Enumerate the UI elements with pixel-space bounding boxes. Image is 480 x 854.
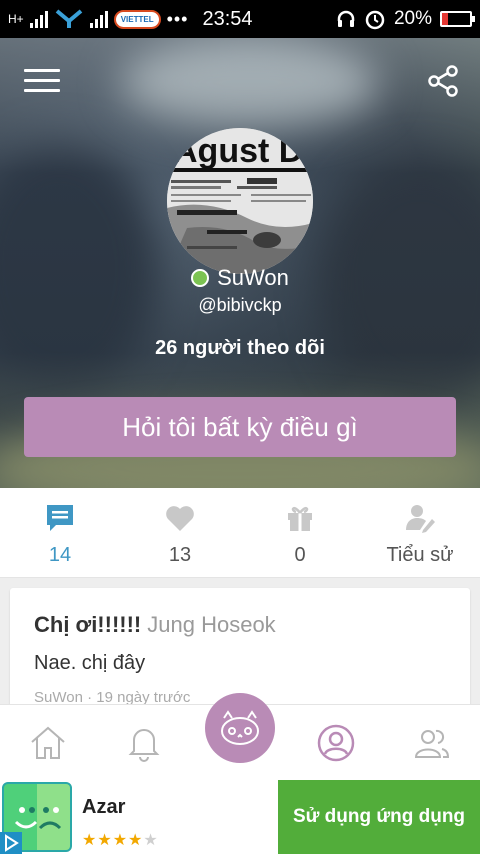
- ad-rating-stars: ★★★★★: [82, 830, 159, 850]
- use-app-button[interactable]: Sử dụng ứng dụng: [278, 780, 480, 854]
- ad-choices-icon[interactable]: [0, 832, 22, 854]
- edit-user-icon: [406, 505, 435, 533]
- notification-bell-icon[interactable]: [124, 723, 164, 763]
- ask-face-icon: [221, 710, 259, 745]
- ad-banner[interactable]: Azar ★★★★★ Sử dụng ứng dụng: [0, 780, 480, 854]
- display-name-row: SuWon: [0, 265, 480, 291]
- more-notifications-icon: •••: [166, 8, 189, 29]
- bottom-navigation: [0, 693, 480, 780]
- home-icon[interactable]: [28, 723, 68, 763]
- signal-strength-2-icon: [89, 10, 108, 28]
- battery-icon: [440, 11, 475, 27]
- ad-stars-empty: ★: [143, 832, 159, 849]
- answer-text: Nae. chị đây: [34, 652, 146, 674]
- gift-icon: [288, 506, 312, 531]
- username: @bibivckp: [198, 295, 282, 315]
- clock: 23:54: [202, 7, 253, 30]
- gifts-count: 0: [294, 544, 306, 566]
- share-icon[interactable]: [426, 64, 460, 98]
- likes-count: 13: [168, 544, 192, 566]
- followers-count[interactable]: 26 người theo dõi: [0, 337, 480, 360]
- battery-percent: 20%: [393, 8, 432, 29]
- signal-icon: H+: [8, 12, 24, 26]
- signal-strength-icon: [29, 10, 48, 28]
- menu-icon[interactable]: [24, 69, 60, 93]
- display-name: SuWon: [217, 265, 289, 290]
- question-row: Chị ơi!!!!!! Jung Hoseok: [34, 612, 446, 638]
- bio-label: Tiểu sử: [386, 544, 454, 566]
- question-text: Chị ơi!!!!!!: [34, 612, 142, 637]
- tab-answers[interactable]: 14: [0, 488, 120, 577]
- profile-stats: 14 13 0 Tiểu sử: [0, 488, 480, 578]
- ask-me-button[interactable]: Hỏi tôi bất kỳ điều gì: [24, 397, 456, 457]
- asker-name[interactable]: Jung Hoseok: [147, 612, 275, 637]
- answers-count: 14: [48, 544, 72, 566]
- profile-icon[interactable]: [316, 723, 356, 763]
- tab-likes[interactable]: 13: [120, 488, 240, 577]
- network-icon: [55, 9, 82, 28]
- friends-icon[interactable]: [412, 723, 452, 763]
- heart-icon: [166, 506, 194, 531]
- online-status-icon: [191, 269, 210, 287]
- avatar[interactable]: Agust D: [167, 128, 313, 274]
- headset-icon: [337, 10, 355, 27]
- ad-app-name: Azar: [82, 796, 126, 818]
- carrier-logo: VIETTEL: [113, 9, 161, 29]
- chat-icon: [47, 505, 73, 531]
- tab-bio[interactable]: Tiểu sử: [360, 488, 480, 577]
- avatar-image: Agust D: [167, 128, 313, 274]
- ask-center-button[interactable]: [205, 693, 275, 763]
- profile-header: Agust D SuWon @bibivckp 26 người theo dõ…: [0, 38, 480, 488]
- tab-gifts[interactable]: 0: [240, 488, 360, 577]
- status-bar: H+ VIETTEL ••• 23:54 20%: [0, 0, 480, 38]
- alarm-icon: [365, 10, 385, 30]
- ad-stars-filled: ★★★★: [82, 832, 144, 849]
